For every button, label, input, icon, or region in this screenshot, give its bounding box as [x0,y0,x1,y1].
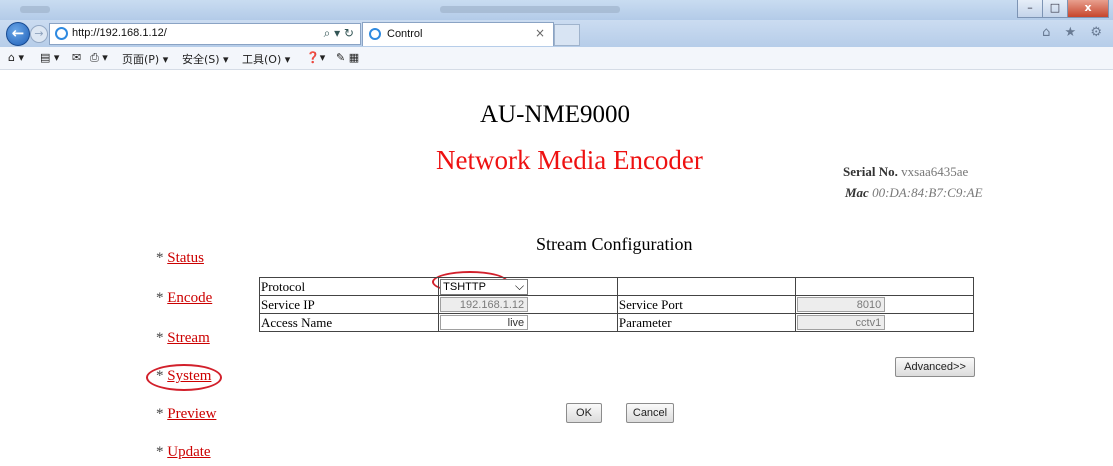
browser-navbar: ← → http://192.168.1.12/ ⌕ ▾ ↻ Control ×… [0,20,1113,47]
nav-item-update: * Update [156,444,211,461]
research-icon[interactable]: ✎ ▦ [336,51,359,64]
nav-item-status: * Status [156,250,204,267]
parameter-label: Parameter [616,313,797,332]
section-title: Stream Configuration [536,234,693,254]
window-titlebar: – □ x [0,0,1113,20]
service-port-cell: 8010 [795,295,974,314]
browser-tab[interactable]: Control × [362,22,554,46]
home-favorites-settings-icons[interactable]: ⌂ ★ ⚙ [1042,25,1107,40]
access-name-cell: live [438,313,618,332]
chevron-down-icon: ⌵ [515,278,525,293]
serial-number: Serial No. vxsaa6435ae [843,164,968,180]
protocol-select[interactable]: TSHTTP ⌵ [440,278,529,295]
forward-button[interactable]: → [30,25,48,43]
protocol-cell: TSHTTP ⌵ [438,277,618,296]
window-controls: – □ x [1017,0,1109,18]
table-row: Protocol TSHTTP ⌵ [258,277,974,296]
annotation-circle-system [146,364,222,391]
service-port-field[interactable]: 8010 [797,297,886,312]
mac-label: Mac [845,185,869,200]
command-bar: ⌂ ▾ ▤ ▾ ✉ ⎙ ▾ 页面(P) ▾ 安全(S) ▾ 工具(O) ▾ ❓▾… [0,47,1113,70]
nav-item-encode: * Encode [156,290,212,307]
protocol-value: TSHTTP [443,280,486,293]
parameter-cell: cctv1 [795,313,974,332]
nav-bullet: * [156,330,164,346]
nav-link-status[interactable]: Status [167,250,204,266]
nav-bullet: * [156,290,164,306]
nav-bullet: * [156,406,164,422]
close-window-button[interactable]: x [1067,0,1109,18]
empty-cell [795,277,974,296]
access-name-label: Access Name [258,313,440,332]
protocol-label: Protocol [258,277,440,296]
page-subtitle: Network Media Encoder [436,145,703,175]
back-button[interactable]: ← [6,22,30,46]
maximize-button[interactable]: □ [1042,0,1068,18]
window-title-blurred [440,6,620,13]
page-menu[interactable]: 页面(P) ▾ [122,51,168,67]
ok-button[interactable]: OK [566,403,602,423]
service-ip-label: Service IP [258,295,440,314]
feeds-icon[interactable]: ▤ ▾ [40,51,59,64]
new-tab-button[interactable] [554,24,580,46]
nav-link-preview[interactable]: Preview [167,406,216,422]
access-name-field[interactable]: live [440,315,529,330]
nav-link-encode[interactable]: Encode [167,290,212,306]
parameter-field[interactable]: cctv1 [797,315,886,330]
table-row: Service IP 192.168.1.12 Service Port 801… [258,295,974,314]
minimize-button[interactable]: – [1017,0,1043,18]
stream-config-table: Protocol TSHTTP ⌵ Service IP 192.168.1.1… [258,277,974,332]
mail-icon[interactable]: ✉ [72,51,81,64]
nav-bullet: * [156,444,164,460]
service-ip-field[interactable]: 192.168.1.12 [440,297,529,312]
print-icon[interactable]: ⎙ ▾ [90,51,108,65]
advanced-button[interactable]: Advanced>> [895,357,975,377]
nav-link-update[interactable]: Update [167,444,210,460]
mac-value: 00:DA:84:B7:C9:AE [872,185,983,200]
ie-page-icon [55,27,68,40]
nav-item-stream: * Stream [156,330,210,347]
help-icon[interactable]: ❓▾ [306,51,325,64]
nav-item-preview: * Preview [156,406,216,423]
home-icon[interactable]: ⌂ ▾ [8,51,24,64]
service-port-label: Service Port [616,295,797,314]
tab-title: Control [387,28,423,40]
nav-bullet: * [156,250,164,266]
serial-value: vxsaa6435ae [901,164,969,179]
mac-address: Mac 00:DA:84:B7:C9:AE [845,185,983,201]
address-bar[interactable]: http://192.168.1.12/ ⌕ ▾ ↻ [49,23,361,45]
search-refresh-icons[interactable]: ⌕ ▾ ↻ [324,26,354,41]
serial-label: Serial No. [843,164,898,179]
safety-menu[interactable]: 安全(S) ▾ [182,51,229,67]
nav-link-stream[interactable]: Stream [167,330,210,346]
service-ip-cell: 192.168.1.12 [438,295,618,314]
ie-tab-icon [369,28,381,40]
quick-access-toolbar [20,6,50,13]
cancel-button[interactable]: Cancel [626,403,674,423]
empty-cell [616,277,797,296]
tools-menu[interactable]: 工具(O) ▾ [242,51,290,67]
address-url[interactable]: http://192.168.1.12/ [72,27,167,39]
tab-close-icon[interactable]: × [535,26,545,40]
table-row: Access Name live Parameter cctv1 [258,313,974,332]
page-title: AU-NME9000 [480,101,630,128]
